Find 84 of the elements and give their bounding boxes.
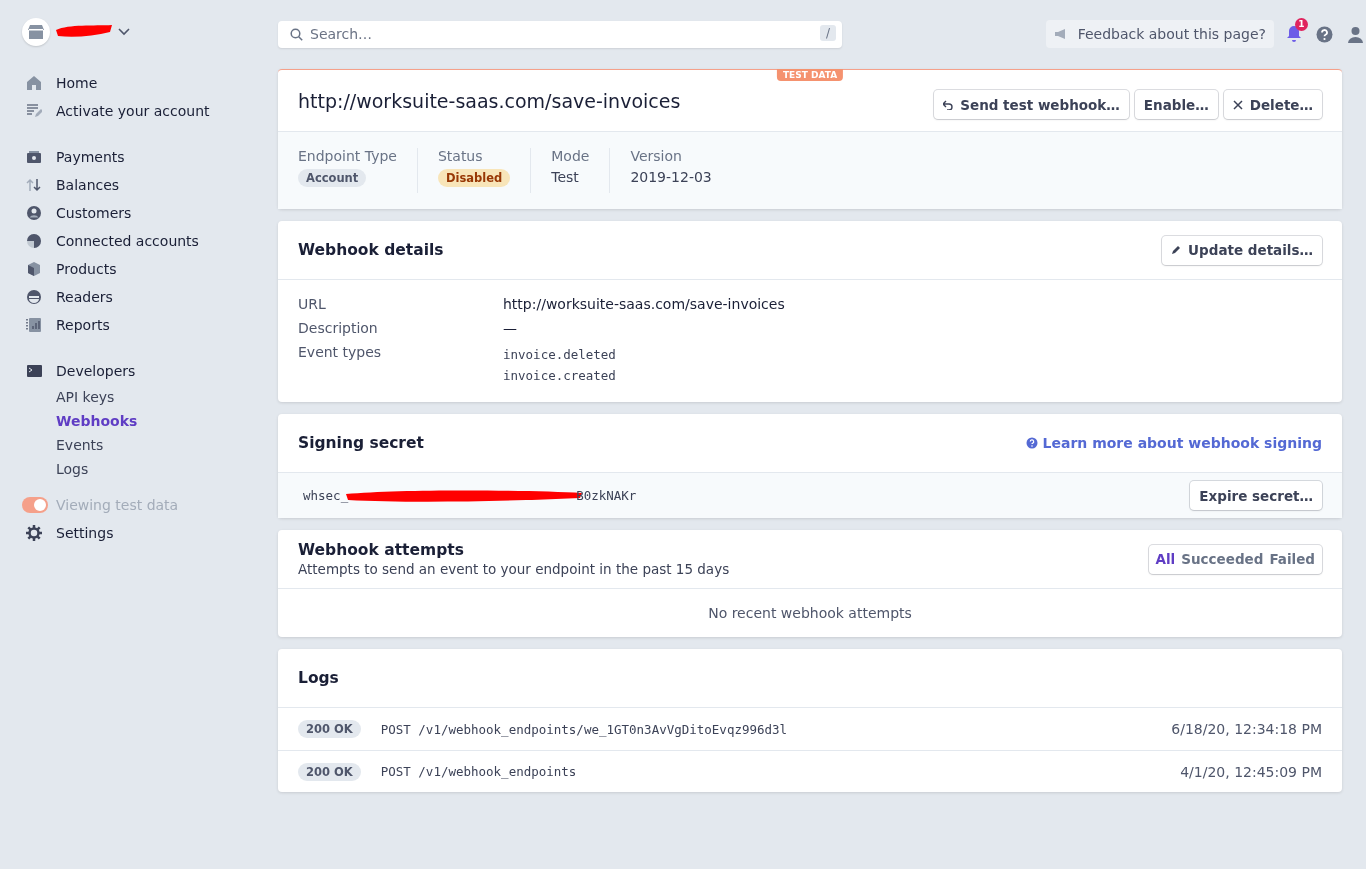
person-icon	[26, 205, 42, 221]
button[interactable]: Send test webhook…	[934, 90, 1129, 119]
section-subtitle: Attempts to send an event to your endpoint in the past 15 days	[298, 561, 730, 577]
field-value: —	[503, 320, 518, 336]
filter-tab[interactable]: All	[1152, 551, 1179, 567]
log-row[interactable]: 200 OK POST /v1/webhook_endpoints 4/1/20, 12:45:09 PM	[278, 750, 1342, 792]
section-title: Webhook details	[298, 241, 444, 259]
help-icon	[1025, 437, 1038, 449]
request-path: POST /v1/webhook_endpoints/we_1GT0n3AvVgDitoEvqz996d3l	[380, 720, 789, 739]
sidebar-subitem[interactable]: API keys	[22, 385, 115, 409]
sidebar-item[interactable]: Balances	[22, 171, 120, 199]
sidebar-item[interactable]: Products	[22, 255, 117, 283]
meta-label: Version	[630, 148, 682, 164]
sidebar-subitem[interactable]: Webhooks	[22, 409, 138, 433]
help-icon	[1316, 25, 1333, 43]
sidebar-item[interactable]: Connected accounts	[22, 227, 199, 255]
cube-icon	[26, 261, 42, 277]
bell-icon	[1286, 25, 1302, 43]
sidebar-item[interactable]: Reports	[22, 311, 110, 339]
status-badge: 200 OK	[298, 762, 361, 781]
status-badge: Account	[298, 169, 367, 187]
field-label: URL	[298, 296, 327, 312]
sidebar-item[interactable]: Settings	[22, 519, 114, 547]
log-row[interactable]: 200 OK POST /v1/webhook_endpoints/we_1GT0n3AvVgDitoEvqz996d3l 6/18/20, 12:34:18 PM	[278, 708, 1342, 750]
reader-icon	[26, 289, 42, 305]
button[interactable]: Delete…	[1223, 90, 1322, 119]
field-value: invoice.deleted	[503, 346, 617, 364]
bar-chart-icon	[26, 317, 42, 333]
sidebar-item[interactable]: Developers	[22, 357, 136, 385]
sidebar-item[interactable]: Activate your account	[22, 97, 210, 125]
return-arrow-icon	[943, 99, 954, 110]
status-badge: Disabled	[437, 169, 511, 187]
status-badge: 200 OK	[298, 720, 361, 738]
sidebar-item[interactable]: Payments	[22, 143, 125, 171]
terminal-icon	[26, 363, 42, 379]
search-icon	[290, 27, 303, 41]
timestamp: 4/1/20, 12:45:09 PM	[1180, 763, 1322, 780]
toggle-label: Viewing test data	[56, 497, 179, 513]
meta-label: Endpoint Type	[298, 148, 397, 164]
empty-message: No recent webhook attempts	[707, 604, 913, 623]
pie-icon	[26, 233, 42, 249]
filter-tab[interactable]: Failed	[1266, 551, 1318, 567]
megaphone-icon	[1053, 28, 1068, 40]
toggle-switch[interactable]	[22, 497, 48, 513]
secret-text: whsec_	[303, 487, 349, 505]
pencil-list-icon	[26, 103, 42, 119]
meta-value: 2019-12-03	[630, 169, 712, 185]
meta-label: Mode	[551, 148, 590, 164]
request-path: POST /v1/webhook_endpoints	[380, 763, 578, 781]
sidebar-item[interactable]: Customers	[22, 199, 132, 227]
meta-value: Test	[551, 169, 579, 185]
sidebar-subitem[interactable]: Events	[22, 433, 104, 457]
sidebar-item[interactable]: Home	[22, 69, 98, 97]
button[interactable]: Update details…	[1162, 235, 1322, 265]
help-link[interactable]: Learn more about webhook signing	[1025, 435, 1322, 451]
pencil-icon	[1171, 245, 1182, 255]
filter-tab[interactable]: Succeeded	[1178, 551, 1267, 567]
close-icon	[1232, 99, 1243, 110]
wallet-icon	[26, 149, 42, 165]
sidebar-item[interactable]: Readers	[22, 283, 113, 311]
chevron-down-icon	[118, 28, 130, 36]
timestamp: 6/18/20, 12:34:18 PM	[1171, 721, 1322, 737]
endpoint-url: http://worksuite-saas.com/save-invoices	[298, 89, 681, 112]
feedback-button[interactable]: Feedback about this page?	[1045, 20, 1274, 48]
section-title: Signing secret	[298, 434, 424, 452]
house-icon	[26, 75, 42, 91]
section-title: Logs	[298, 669, 339, 687]
arrows-icon	[26, 177, 42, 193]
sidebar-subitem[interactable]: Logs	[22, 457, 89, 481]
secret-text: B0zkNAKr	[576, 487, 637, 505]
store-avatar[interactable]	[22, 18, 50, 46]
section-title: Webhook attempts	[298, 541, 465, 559]
test-data-badge: TEST DATA	[776, 69, 844, 81]
user-icon	[1347, 25, 1364, 43]
field-label: Description	[298, 320, 379, 336]
gear-icon	[26, 525, 42, 541]
notification-badge: 1	[1295, 18, 1308, 31]
store-icon	[28, 25, 44, 39]
button[interactable]: Enable…	[1134, 90, 1218, 119]
button[interactable]: Expire secret…	[1190, 481, 1322, 510]
field-label: Event types	[298, 344, 383, 362]
field-value: http://worksuite-saas.com/save-invoices	[503, 296, 786, 312]
field-value: invoice.created	[503, 367, 617, 385]
meta-label: Status	[437, 148, 483, 164]
